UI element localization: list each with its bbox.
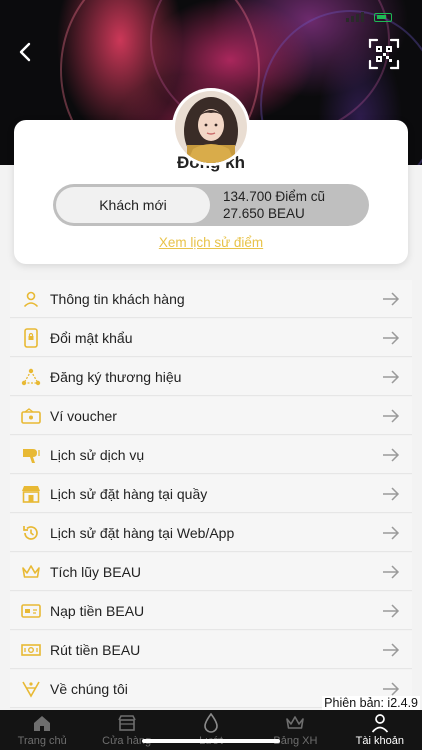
tab-label: Bảng XH <box>273 735 318 747</box>
menu-item-label: Rút tiền BEAU <box>50 641 141 658</box>
menu-item-beau-accumulation[interactable]: Tích lũy BEAU <box>10 553 412 591</box>
card-deposit-icon <box>20 600 42 622</box>
account-icon <box>369 713 391 733</box>
arrow-right-icon <box>383 292 400 306</box>
arrow-right-icon <box>383 643 400 657</box>
menu-item-label: Lịch sử đặt hàng tại quầy <box>50 485 208 502</box>
points-balance: 134.700 Điểm cũ 27.650 BEAU <box>223 188 325 222</box>
network-icon <box>20 366 42 388</box>
crown-tab-icon <box>284 713 306 733</box>
qr-code-button[interactable] <box>368 38 400 70</box>
member-tier-badge: Khách mới <box>56 187 210 223</box>
history-icon <box>20 522 42 544</box>
home-indicator <box>142 739 280 743</box>
qr-code-icon <box>368 38 400 70</box>
menu-item-label: Thông tin khách hàng <box>50 290 185 307</box>
home-icon <box>31 713 53 733</box>
arrow-right-icon <box>383 565 400 579</box>
tab-label: Trang chủ <box>17 735 67 747</box>
menu-item-store-order-history[interactable]: Lịch sử đặt hàng tại quầy <box>10 475 412 513</box>
bottom-tab-bar: Trang chủ Cửa hàng Lướt Bảng XH Tài khoả… <box>0 710 422 750</box>
hair-dryer-icon <box>20 444 42 466</box>
tab-leaderboard[interactable]: Bảng XH <box>253 710 337 750</box>
menu-item-beau-deposit[interactable]: Nạp tiền BEAU <box>10 592 412 630</box>
menu-item-label: Tích lũy BEAU <box>50 563 142 580</box>
chevron-left-icon <box>19 42 31 62</box>
menu-item-register-brand[interactable]: Đăng ký thương hiệu <box>10 358 412 396</box>
store-tab-icon <box>116 713 138 733</box>
tab-label: Tài khoản <box>355 735 404 747</box>
store-icon <box>20 483 42 505</box>
account-menu: Thông tin khách hàng Đổi mật khẩu Đăng k… <box>10 280 412 709</box>
avatar[interactable] <box>172 88 250 166</box>
tab-store[interactable]: Cửa hàng <box>84 710 168 750</box>
points-history-link[interactable]: Xem lịch sử điểm <box>14 235 408 250</box>
menu-item-label: Lịch sử dịch vụ <box>50 446 145 463</box>
drop-icon <box>200 713 222 733</box>
back-button[interactable] <box>14 40 38 64</box>
menu-item-customer-info[interactable]: Thông tin khách hàng <box>10 280 412 318</box>
phone-lock-icon <box>20 327 42 349</box>
tab-scroll[interactable]: Lướt <box>169 710 253 750</box>
user-icon <box>20 288 42 310</box>
old-points: 134.700 Điểm cũ <box>223 189 326 204</box>
signal-icon <box>346 12 364 22</box>
arrow-right-icon <box>383 370 400 384</box>
menu-item-beau-withdraw[interactable]: Rút tiền BEAU <box>10 631 412 669</box>
cash-withdraw-icon <box>20 639 42 661</box>
status-bar <box>346 12 392 22</box>
menu-item-service-history[interactable]: Lịch sử dịch vụ <box>10 436 412 474</box>
wallet-voucher-icon <box>20 405 42 427</box>
crown-icon <box>20 561 42 583</box>
tab-account[interactable]: Tài khoản <box>338 710 422 750</box>
menu-item-web-app-order-history[interactable]: Lịch sử đặt hàng tại Web/App <box>10 514 412 552</box>
app-version: Phiên bản: i2.4.9 <box>322 696 420 710</box>
menu-item-label: Nạp tiền BEAU <box>50 602 145 619</box>
tab-home[interactable]: Trang chủ <box>0 710 84 750</box>
menu-item-change-password[interactable]: Đổi mật khẩu <box>10 319 412 357</box>
battery-icon <box>374 12 392 22</box>
arrow-right-icon <box>383 526 400 540</box>
arrow-right-icon <box>383 604 400 618</box>
avatar-photo <box>175 91 247 163</box>
points-summary: Khách mới 134.700 Điểm cũ 27.650 BEAU <box>53 184 369 226</box>
arrow-right-icon <box>383 682 400 696</box>
beau-balance: 27.650 BEAU <box>223 206 305 221</box>
arrow-right-icon <box>383 487 400 501</box>
menu-item-voucher-wallet[interactable]: Ví voucher <box>10 397 412 435</box>
menu-item-label: Về chúng tôi <box>50 680 128 697</box>
arrow-right-icon <box>383 409 400 423</box>
menu-item-label: Đổi mật khẩu <box>50 329 133 346</box>
about-icon <box>20 678 42 700</box>
arrow-right-icon <box>383 448 400 462</box>
arrow-right-icon <box>383 331 400 345</box>
menu-item-label: Đăng ký thương hiệu <box>50 368 182 385</box>
menu-item-label: Lịch sử đặt hàng tại Web/App <box>50 524 235 541</box>
menu-item-label: Ví voucher <box>50 407 117 424</box>
